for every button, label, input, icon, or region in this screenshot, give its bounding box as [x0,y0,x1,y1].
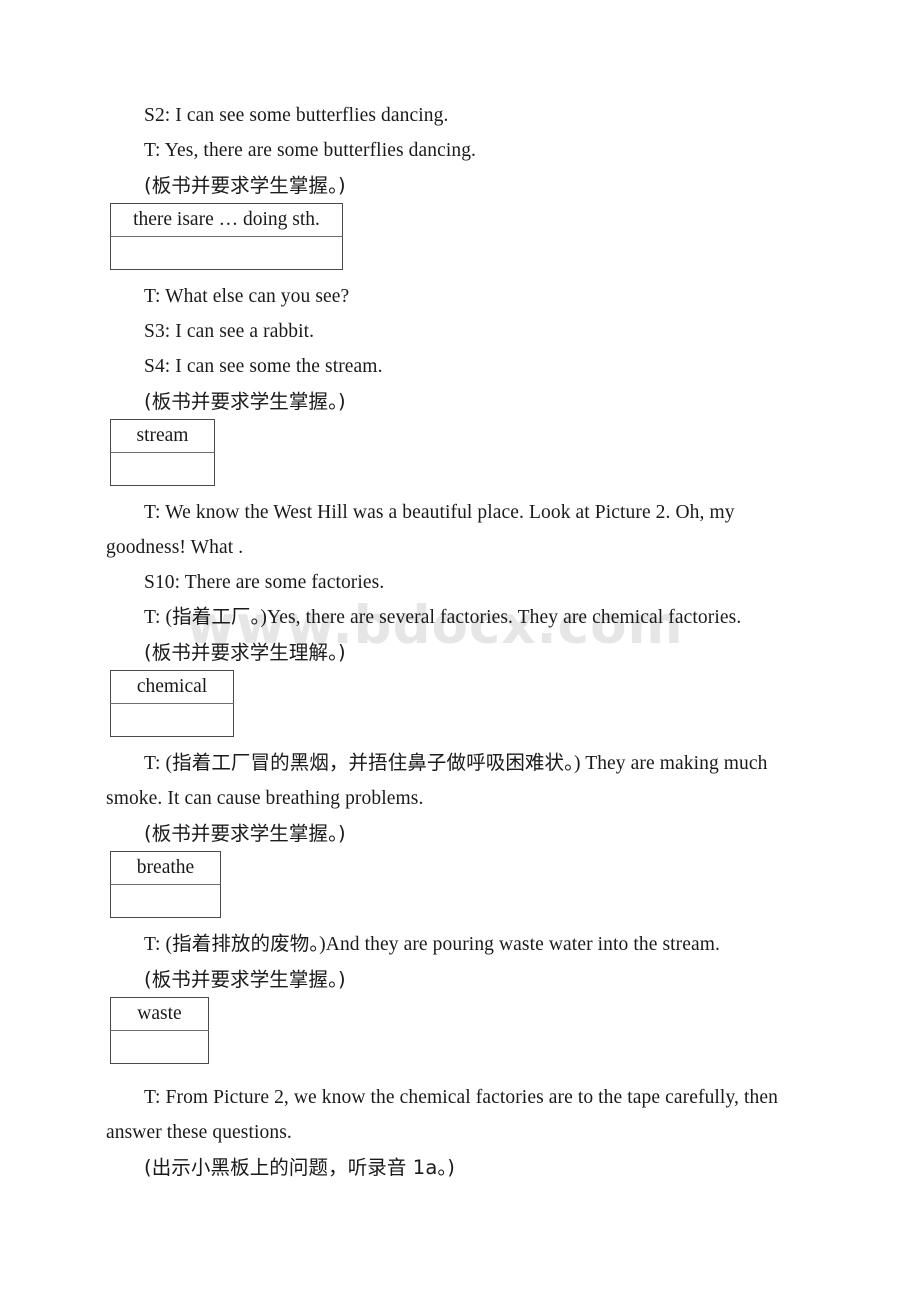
word-box-bottom-cell [110,703,234,737]
table-row: breathe [110,851,221,885]
dialogue-line-t-whatelse: T: What else can you see? [144,286,350,307]
word-box-bottom-cell [110,1030,209,1064]
table-row: there isare … doing sth. [110,203,343,237]
word-box-top-cell: chemical [110,670,234,704]
stage-direction-6: (出示小黑板上的问题，听录音 1a。) [144,1156,455,1179]
dialogue-line-s2: S2: I can see some butterflies dancing. [144,105,449,126]
dialogue-line-t-picture2: T: From Picture 2, we know the chemical … [106,1087,778,1143]
document-body: S2: I can see some butterflies dancing. … [106,98,814,1185]
table-row: waste [110,997,209,1031]
dialogue-line-s4: S4: I can see some the stream. [144,356,383,377]
dialogue-line-t-smoke: T: (指着工厂冒的黑烟，并捂住鼻子做呼吸困难状。) They are maki… [106,753,768,809]
stage-direction-4: (板书并要求学生掌握。) [144,822,346,845]
word-box-waste: waste [110,997,209,1064]
word-box-top-cell: waste [110,997,209,1031]
dialogue-line-t-yes: T: Yes, there are some butterflies danci… [144,140,477,161]
word-box-stream: stream [110,419,215,486]
word-box-bottom-cell [110,236,343,270]
word-box-top-cell: there isare … doing sth. [110,203,343,237]
word-box-breathe: breathe [110,851,221,918]
table-row: chemical [110,670,234,704]
word-box-top-cell: stream [110,419,215,453]
word-box-bottom-cell [110,884,221,918]
word-box-container-4: breathe [106,851,814,918]
table-row [110,452,215,486]
dialogue-line-t-factories: T: (指着工厂。)Yes, there are several factori… [144,607,742,628]
stage-direction-1: (板书并要求学生掌握。) [144,174,346,197]
document-page: www.bdocx.com S2: I can see some butterf… [0,0,920,1302]
table-row [110,236,343,270]
stage-direction-3: (板书并要求学生理解。) [144,641,346,664]
table-row [110,1030,209,1064]
word-box-top-cell: breathe [110,851,221,885]
table-row: stream [110,419,215,453]
stage-direction-2: (板书并要求学生掌握。) [144,390,346,413]
word-box-there-is-are: there isare … doing sth. [110,203,343,270]
word-box-container-2: stream [106,419,814,486]
word-box-container-5: waste [106,997,814,1064]
word-box-bottom-cell [110,452,215,486]
table-row [110,884,221,918]
table-row [110,703,234,737]
stage-direction-5: (板书并要求学生掌握。) [144,968,346,991]
dialogue-line-t-waste: T: (指着排放的废物。)And they are pouring waste … [144,934,721,955]
dialogue-line-t-westhill: T: We know the West Hill was a beautiful… [106,502,735,558]
word-box-chemical: chemical [110,670,234,737]
word-box-container-1: there isare … doing sth. [106,203,814,270]
dialogue-line-s10: S10: There are some factories. [144,572,385,593]
dialogue-line-s3: S3: I can see a rabbit. [144,321,315,342]
word-box-container-3: chemical [106,670,814,737]
